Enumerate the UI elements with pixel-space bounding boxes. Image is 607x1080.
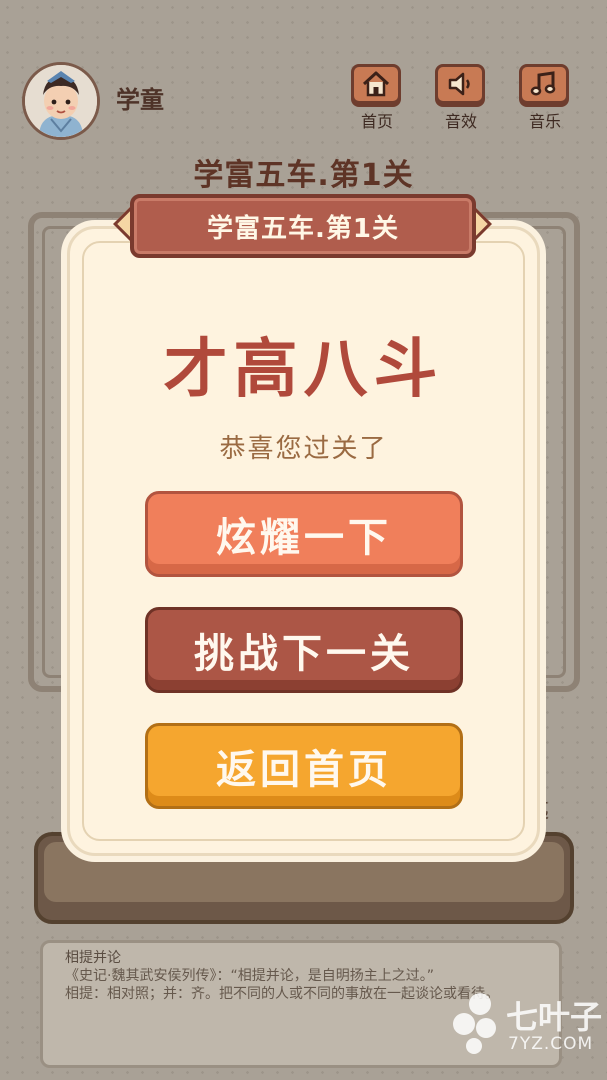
avatar[interactable] — [22, 62, 100, 140]
idiom-name: 相提并论 — [65, 950, 121, 966]
scholar-avatar-icon — [25, 65, 97, 137]
background-level-title: 学富五车.第1关 — [193, 158, 414, 193]
sound-effect-button[interactable]: 音效 — [435, 64, 487, 132]
speaker-icon — [448, 72, 470, 96]
watermark-name: 七叶子 — [506, 998, 603, 1036]
leaf-logo-icon — [453, 993, 496, 1054]
watermark: 七叶子 7YZ.COM — [452, 988, 602, 1068]
music-note-icon — [530, 71, 556, 96]
music-button[interactable]: 音乐 — [519, 64, 571, 132]
home-icon — [362, 71, 390, 97]
username: 学童 — [116, 86, 164, 114]
dialog-ribbon-title: 学富五车.第1关 — [130, 194, 476, 258]
share-button[interactable]: 炫耀一下 — [145, 491, 463, 577]
watermark-url: 7YZ.COM — [508, 1034, 594, 1054]
rank-title: 才高八斗 — [163, 333, 444, 407]
next-level-button[interactable]: 挑战下一关 — [145, 607, 463, 693]
sound-effect-label: 音效 — [444, 112, 477, 131]
return-home-button[interactable]: 返回首页 — [145, 723, 463, 809]
congrats-message: 恭喜您过关了 — [219, 434, 388, 464]
home-top-label: 首页 — [360, 112, 393, 131]
home-top-button[interactable]: 首页 — [351, 64, 403, 132]
idiom-source: 《史记·魏其武安侯列传》：“相提并论，是自明扬主上之过。” — [65, 968, 434, 984]
music-label: 音乐 — [528, 112, 561, 131]
